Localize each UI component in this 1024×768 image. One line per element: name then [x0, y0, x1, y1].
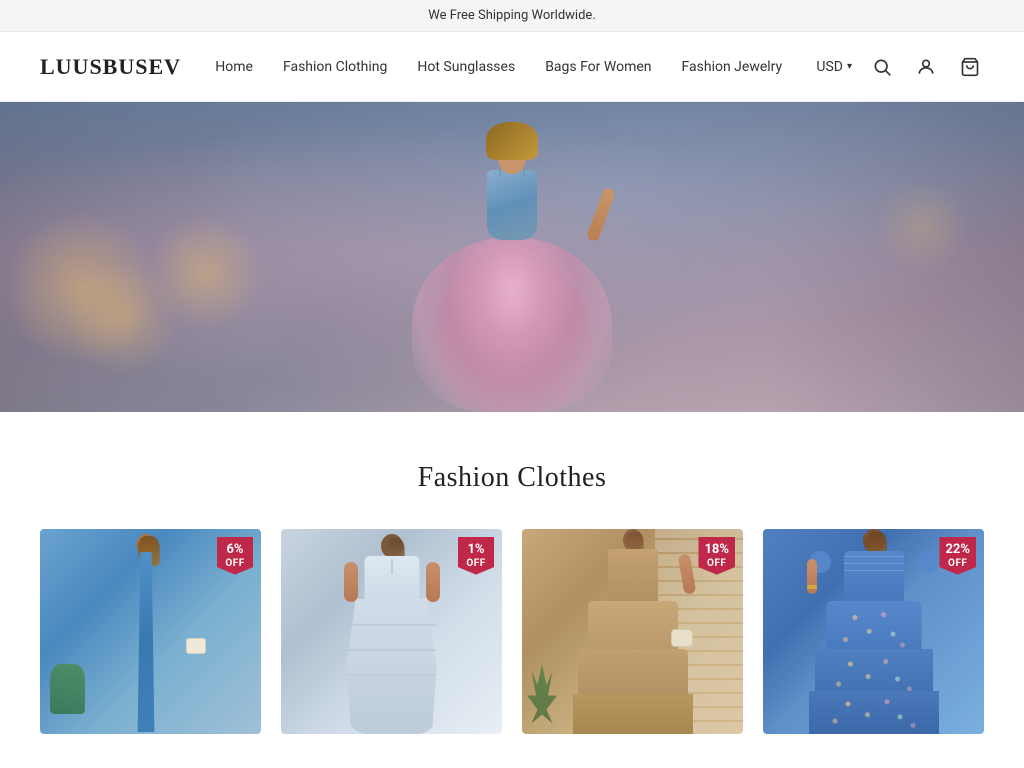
product-3-tier-3 [573, 694, 693, 734]
discount-badge-2: 1% OFF [458, 537, 494, 575]
product-4-figure [804, 529, 944, 734]
product-4-bodice [844, 551, 904, 606]
search-button[interactable] [868, 53, 896, 81]
product-1-plant [50, 664, 85, 714]
figure-strap-right [523, 167, 525, 177]
product-3-plant [527, 664, 557, 734]
products-grid: 6% OFF [40, 529, 984, 734]
product-card-2[interactable]: 1% OFF [281, 529, 502, 734]
fashion-clothes-section: Fashion Clothes 6% OFF [0, 412, 1024, 754]
account-button[interactable] [912, 53, 940, 81]
logo[interactable]: LUUSBUSEV [40, 54, 181, 80]
product-4-floral-1 [826, 601, 921, 656]
product-1-bag [186, 638, 206, 654]
discount-badge-3: 18% OFF [698, 537, 735, 575]
product-2-tie [391, 559, 393, 574]
header: LUUSBUSEV Home Fashion Clothing Hot Sung… [0, 32, 1024, 102]
product-1-figure [101, 534, 191, 734]
discount-badge-4: 22% OFF [939, 537, 976, 575]
cart-icon [960, 57, 980, 77]
cart-button[interactable] [956, 53, 984, 81]
product-2-arm-right [426, 562, 440, 602]
nav-item-home[interactable]: Home [215, 59, 253, 75]
product-2-skirt [347, 599, 437, 734]
announcement-text: We Free Shipping Worldwide. [428, 8, 596, 23]
product-image-2: 1% OFF [281, 529, 502, 734]
header-actions: USD ▾ [816, 53, 984, 81]
figure-bodice [487, 170, 537, 240]
nav-item-fashion-jewelry[interactable]: Fashion Jewelry [682, 59, 783, 75]
product-4-tier-3 [809, 691, 939, 734]
product-2-ruffle-1 [348, 624, 436, 626]
product-4-sleeve-right [917, 551, 939, 573]
currency-label: USD [816, 59, 843, 75]
discount-badge-1: 6% OFF [217, 537, 253, 575]
product-3-bodice [608, 549, 658, 604]
currency-arrow-icon: ▾ [847, 61, 852, 72]
product-4-bracelet [807, 585, 817, 589]
product-image-3: 18% OFF [522, 529, 743, 734]
figure-arm [586, 187, 616, 243]
product-image-1: 6% OFF [40, 529, 261, 734]
product-3-figure [568, 529, 698, 734]
nav-item-hot-sunglasses[interactable]: Hot Sunglasses [417, 59, 515, 75]
product-3-arm [677, 553, 696, 594]
product-card-3[interactable]: 18% OFF [522, 529, 743, 734]
product-1-dress [132, 552, 160, 732]
currency-selector[interactable]: USD ▾ [816, 59, 852, 75]
product-4-tier-1 [826, 601, 921, 656]
nav-item-fashion-clothing[interactable]: Fashion Clothing [283, 59, 387, 75]
product-card-1[interactable]: 6% OFF [40, 529, 261, 734]
product-3-bag [671, 629, 693, 647]
figure-skirt-inner [432, 262, 592, 412]
product-3-tier-1 [588, 601, 678, 656]
figure-hair [486, 122, 538, 160]
section-title: Fashion Clothes [40, 462, 984, 494]
product-2-ruffle-2 [348, 649, 436, 651]
main-nav: Home Fashion Clothing Hot Sunglasses Bag… [215, 59, 782, 75]
search-icon [872, 57, 892, 77]
product-card-4[interactable]: 22% OFF [763, 529, 984, 734]
hero-figure [372, 102, 652, 412]
figure-strap-left [499, 167, 501, 177]
product-2-arm-left [344, 562, 358, 602]
nav-item-bags-for-women[interactable]: Bags For Women [545, 59, 651, 75]
user-icon [916, 57, 936, 77]
dress-figure [402, 122, 622, 412]
announcement-bar: We Free Shipping Worldwide. [0, 0, 1024, 32]
product-4-floral-3 [809, 691, 939, 734]
product-2-ruffle-3 [348, 674, 436, 676]
hero-banner [0, 102, 1024, 412]
product-image-4: 22% OFF [763, 529, 984, 734]
